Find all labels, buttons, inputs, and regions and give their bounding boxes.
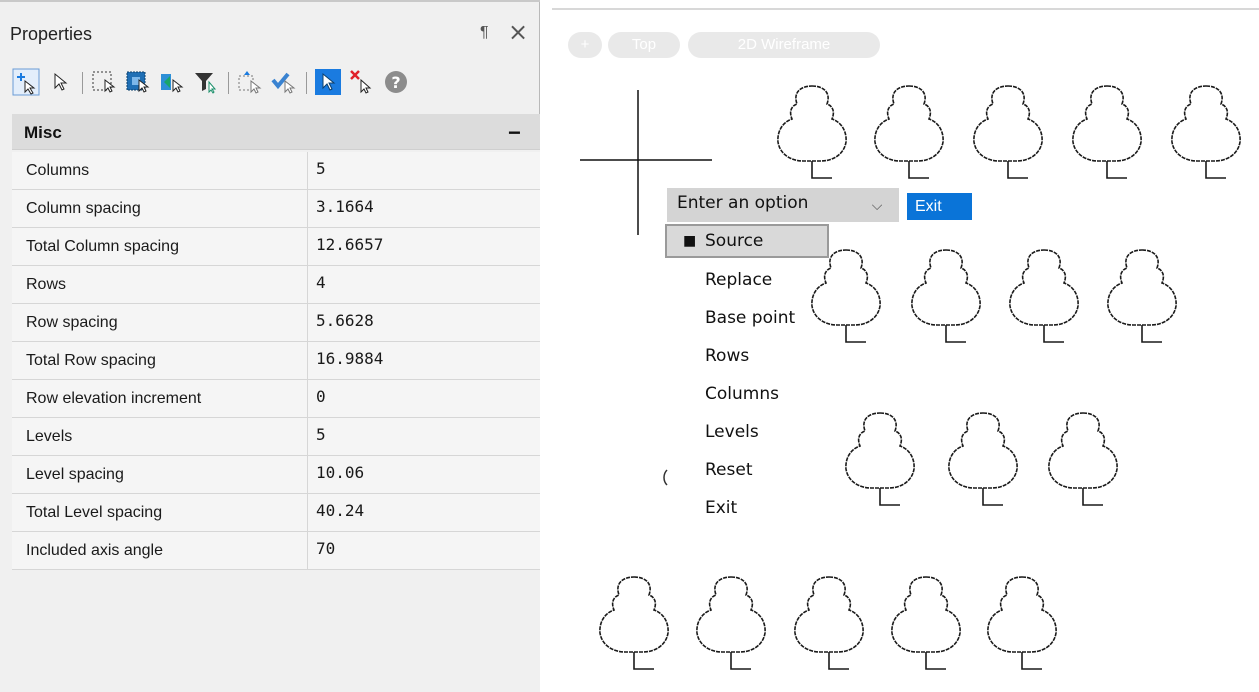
prompt-text: Enter an option [677, 193, 809, 213]
tree-block-icon [794, 576, 864, 670]
option-columns[interactable]: Columns [665, 377, 829, 411]
tree-block-icon [911, 249, 981, 343]
drawing-canvas [580, 85, 1241, 670]
option-label: Exit [705, 498, 738, 518]
selected-bullet-icon: ■ [683, 233, 697, 249]
tree-block-icon [845, 412, 915, 506]
exit-option-chip[interactable]: Exit [907, 193, 972, 220]
tree-block-icon [599, 576, 669, 670]
option-replace[interactable]: Replace [665, 263, 829, 297]
tree-block-icon [973, 85, 1043, 179]
tree-block-icon [696, 576, 766, 670]
tree-block-icon [1171, 85, 1241, 179]
tree-block-icon [777, 85, 847, 179]
option-label: Columns [705, 384, 779, 404]
tree-block-icon [948, 412, 1018, 506]
tree-block-icon [874, 85, 944, 179]
option-rows[interactable]: Rows [665, 339, 829, 373]
tree-block-icon [1107, 249, 1177, 343]
chevron-down-icon[interactable]: ⌵ [857, 188, 897, 222]
option-label: Levels [705, 422, 759, 442]
option-base-point[interactable]: Base point [665, 301, 829, 335]
tree-block-icon [891, 576, 961, 670]
option-label: Source [705, 231, 764, 251]
option-label: Reset [705, 460, 753, 480]
option-source[interactable]: ■ Source [665, 224, 829, 258]
tree-block-icon [1048, 412, 1118, 506]
option-label: Rows [705, 346, 750, 366]
tree-block-icon [987, 576, 1057, 670]
tree-block-icon [1009, 249, 1079, 343]
option-exit[interactable]: Exit [665, 491, 829, 525]
tree-block-icon [1072, 85, 1142, 179]
dynamic-input-prompt[interactable]: Enter an option ⌵ [667, 188, 899, 222]
option-levels[interactable]: Levels [665, 415, 829, 449]
option-label: Replace [705, 270, 773, 290]
option-label: Base point [705, 308, 796, 328]
option-reset[interactable]: Reset [665, 453, 829, 487]
